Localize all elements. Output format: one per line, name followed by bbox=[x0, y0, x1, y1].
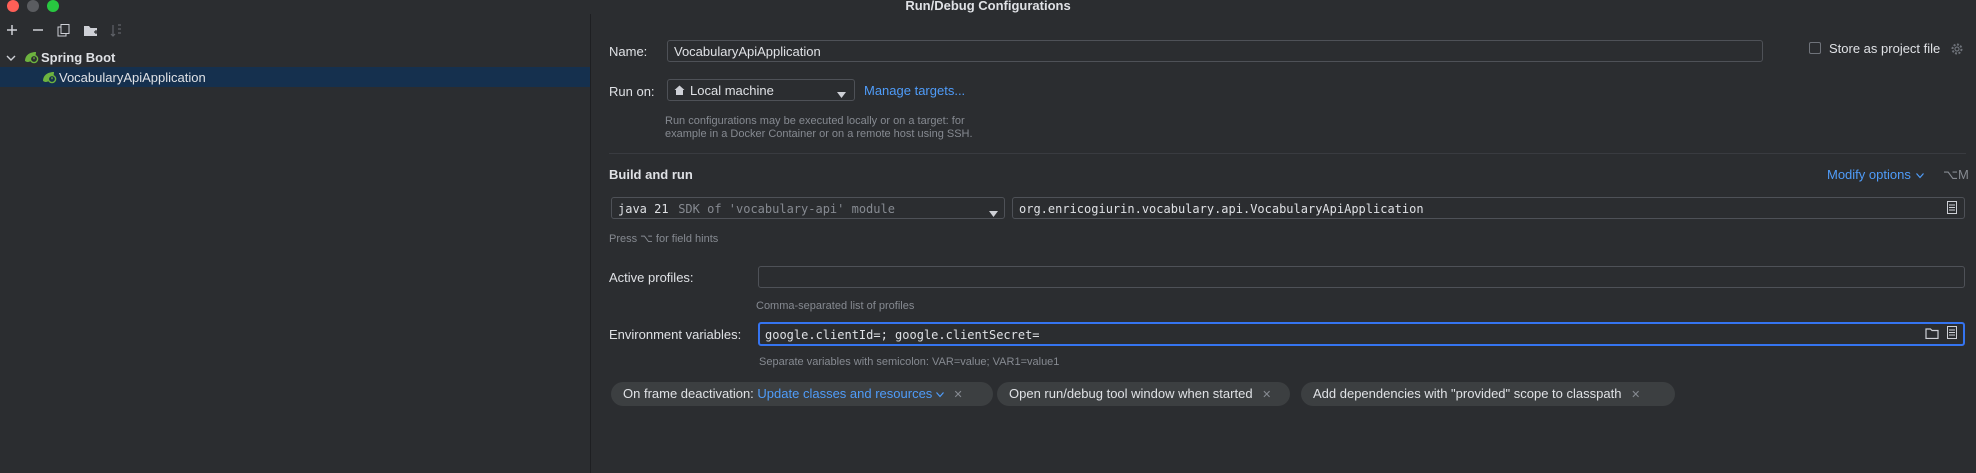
new-folder-icon[interactable] bbox=[83, 24, 98, 40]
add-dependencies-label: Add dependencies with "provided" scope t… bbox=[1313, 386, 1622, 401]
run-on-value: Local machine bbox=[690, 83, 774, 98]
name-label: Name: bbox=[609, 44, 648, 59]
close-icon[interactable]: ✕ bbox=[1262, 389, 1271, 401]
frame-deactivation-label: On frame deactivation: bbox=[623, 386, 754, 401]
copy-icon[interactable] bbox=[57, 24, 70, 40]
sort-icon[interactable] bbox=[110, 24, 122, 40]
field-hint: Press ⌥ for field hints bbox=[609, 233, 719, 245]
jdk-select[interactable]: java 21 SDK of 'vocabulary-api' module bbox=[611, 197, 1005, 219]
modify-options-shortcut: ⌥M bbox=[1943, 167, 1969, 182]
add-dependencies-chip[interactable]: Add dependencies with "provided" scope t… bbox=[1301, 382, 1675, 406]
chevron-down-icon bbox=[1916, 173, 1925, 179]
jdk-description: SDK of 'vocabulary-api' module bbox=[678, 202, 895, 216]
configuration-editor: Name: VocabularyApiApplication Store as … bbox=[591, 14, 1976, 473]
run-on-hint-line-2: example in a Docker Container or on a re… bbox=[665, 128, 973, 140]
main-class-value: org.enricogiurin.vocabulary.api.Vocabula… bbox=[1019, 202, 1424, 216]
minus-icon[interactable] bbox=[32, 24, 44, 39]
run-on-label: Run on: bbox=[609, 84, 655, 99]
jdk-version: java 21 bbox=[618, 202, 669, 216]
tree-group-spring-boot[interactable]: Spring Boot bbox=[0, 47, 590, 67]
active-profiles-hint: Comma-separated list of profiles bbox=[756, 300, 915, 312]
open-tool-window-chip[interactable]: Open run/debug tool window when started … bbox=[997, 382, 1290, 406]
environment-variables-value: google.clientId=; google.clientSecret= bbox=[765, 328, 1040, 342]
active-profiles-field[interactable] bbox=[758, 266, 1965, 288]
spring-boot-icon bbox=[23, 50, 39, 64]
tree-group-label: Spring Boot bbox=[41, 50, 116, 65]
tree-item-label: VocabularyApiApplication bbox=[59, 70, 206, 85]
run-on-hint-line-1: Run configurations may be executed local… bbox=[665, 115, 965, 127]
modify-options-link[interactable]: Modify options bbox=[1827, 167, 1925, 182]
build-and-run-title: Build and run bbox=[609, 167, 693, 182]
environment-variables-field[interactable]: google.clientId=; google.clientSecret= bbox=[758, 322, 1965, 346]
plus-icon[interactable] bbox=[6, 24, 18, 39]
chevron-down-icon[interactable] bbox=[6, 51, 16, 66]
configurations-sidebar: Spring Boot VocabularyApiApplication bbox=[0, 14, 591, 473]
store-as-project-file-label: Store as project file bbox=[1829, 41, 1941, 56]
close-icon[interactable]: ✕ bbox=[1631, 389, 1640, 401]
window-title: Run/Debug Configurations bbox=[905, 0, 1071, 13]
home-icon bbox=[674, 84, 685, 99]
modify-options-label: Modify options bbox=[1827, 167, 1911, 182]
tree-item-vocabulary-api-application[interactable]: VocabularyApiApplication bbox=[0, 67, 590, 87]
name-value: VocabularyApiApplication bbox=[674, 44, 821, 59]
chevron-down-icon bbox=[935, 392, 944, 398]
store-as-project-file-checkbox[interactable] bbox=[1809, 42, 1821, 54]
dropdown-arrow-icon bbox=[989, 205, 998, 220]
browse-icon[interactable] bbox=[1947, 201, 1957, 217]
manage-targets-link[interactable]: Manage targets... bbox=[864, 83, 965, 98]
folder-icon[interactable] bbox=[1925, 327, 1939, 342]
close-icon[interactable]: ✕ bbox=[954, 389, 963, 401]
active-profiles-label: Active profiles: bbox=[609, 270, 694, 285]
run-on-hint: Run configurations may be executed local… bbox=[665, 115, 973, 141]
spring-boot-icon bbox=[41, 70, 57, 84]
environment-variables-hint: Separate variables with semicolon: VAR=v… bbox=[759, 356, 1060, 368]
run-on-select[interactable]: Local machine bbox=[667, 79, 855, 101]
name-field[interactable]: VocabularyApiApplication bbox=[667, 40, 1763, 62]
frame-deactivation-chip[interactable]: On frame deactivation: Update classes an… bbox=[611, 382, 993, 406]
gear-icon[interactable] bbox=[1950, 42, 1964, 59]
environment-variables-label: Environment variables: bbox=[609, 327, 742, 342]
section-divider bbox=[609, 153, 1966, 154]
dropdown-arrow-icon bbox=[837, 86, 846, 101]
expand-icon[interactable] bbox=[1947, 326, 1957, 342]
open-tool-window-label: Open run/debug tool window when started bbox=[1009, 386, 1253, 401]
title-bar: Run/Debug Configurations bbox=[0, 0, 1976, 14]
main-class-field[interactable]: org.enricogiurin.vocabulary.api.Vocabula… bbox=[1012, 197, 1965, 219]
frame-deactivation-value[interactable]: Update classes and resources bbox=[757, 386, 932, 401]
